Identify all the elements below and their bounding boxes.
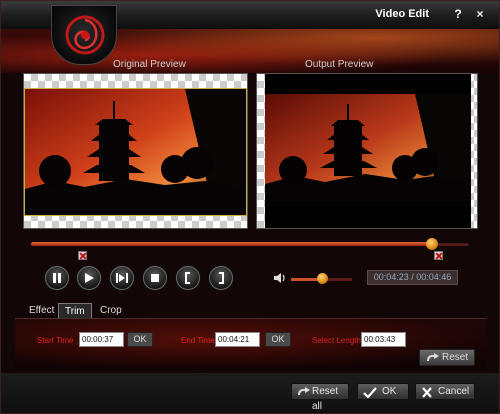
start-time-input[interactable] (79, 332, 124, 347)
original-preview[interactable] (23, 73, 248, 229)
reset-label: Reset (442, 352, 469, 363)
logo (51, 5, 117, 65)
original-video-frame (24, 88, 247, 216)
play-icon (85, 273, 94, 283)
reset-all-button[interactable]: Reset all (291, 383, 349, 412)
window-title: Video Edit (375, 8, 429, 20)
pause-icon (53, 273, 61, 283)
checkmark-icon (363, 387, 377, 398)
end-time-label: End Time (181, 336, 215, 345)
ok-button[interactable]: OK (357, 383, 409, 400)
timeline-playhead[interactable] (425, 238, 438, 250)
close-button[interactable]: × (473, 7, 487, 21)
mark-in-button[interactable] (176, 266, 200, 290)
timeline-track[interactable] (31, 242, 469, 246)
output-preview-label: Output Preview (305, 59, 374, 70)
end-time-input[interactable] (215, 332, 260, 347)
cancel-label: Cancel (438, 386, 470, 397)
tab-effect[interactable]: Effect (23, 303, 60, 319)
next-frame-icon (116, 273, 128, 283)
pagoda-sunset-image (25, 89, 246, 215)
time-display: 00:04:23 / 00:04:46 (367, 270, 458, 285)
cancel-x-icon (422, 387, 432, 398)
select-length-input[interactable] (361, 332, 406, 347)
mark-out-icon (219, 272, 224, 284)
output-preview[interactable] (256, 73, 478, 229)
next-frame-button[interactable] (110, 266, 134, 290)
mark-in-icon (185, 272, 190, 284)
stop-button[interactable] (143, 266, 167, 290)
ok-label: OK (382, 386, 397, 397)
original-preview-label: Original Preview (113, 59, 186, 70)
tab-crop[interactable]: Crop (94, 303, 128, 319)
trim-start-marker[interactable] (78, 251, 87, 260)
reset-all-arrow-icon (298, 387, 310, 396)
cancel-button[interactable]: Cancel (415, 383, 475, 400)
select-length-label: Select Length (312, 336, 361, 345)
speaker-icon[interactable] (273, 272, 287, 284)
stop-icon (151, 274, 159, 282)
spiral-logo-icon (65, 15, 105, 55)
end-time-ok-button[interactable]: OK (265, 332, 291, 347)
reset-button[interactable]: Reset (419, 349, 475, 366)
video-edit-window: Video Edit ? × Original Preview Output P… (0, 0, 500, 414)
trim-end-marker[interactable] (434, 251, 443, 260)
play-button[interactable] (77, 266, 101, 290)
help-button[interactable]: ? (451, 7, 465, 21)
timeline-progress (31, 242, 432, 246)
reset-arrow-icon (427, 353, 439, 362)
start-time-ok-button[interactable]: OK (127, 332, 153, 347)
start-time-label: Start Time (37, 336, 74, 345)
pagoda-sunset-output-image (265, 74, 471, 228)
mark-out-button[interactable] (209, 266, 233, 290)
volume-knob[interactable] (316, 273, 328, 284)
output-video-frame (265, 74, 471, 228)
pause-button[interactable] (45, 266, 69, 290)
tab-trim[interactable]: Trim (58, 303, 92, 319)
